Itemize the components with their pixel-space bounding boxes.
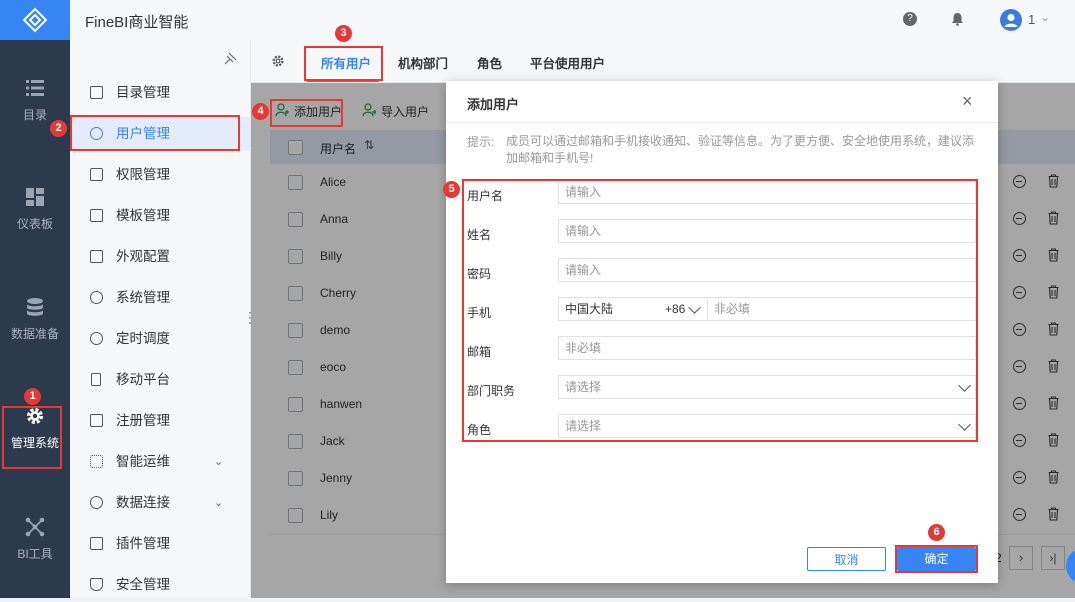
network-icon <box>25 517 45 537</box>
dialog-header <box>446 81 998 123</box>
avatar[interactable] <box>1000 9 1022 31</box>
sidebar-item-label: 插件管理 <box>116 536 170 551</box>
nav-item-data-prep[interactable]: 数据准备 <box>0 297 70 342</box>
pin-icon[interactable] <box>224 52 237 68</box>
catalog-icon <box>90 86 103 99</box>
sidebar-item-permissions[interactable]: 权限管理 <box>70 158 250 192</box>
step-badge-4: 4 <box>252 103 269 120</box>
settings-icon <box>90 291 103 304</box>
plugin-icon <box>90 537 103 550</box>
sidebar-item-registration[interactable]: 注册管理 <box>70 404 250 438</box>
sidebar-item-plugins[interactable]: 插件管理 <box>70 527 250 561</box>
dashboard-icon <box>26 188 44 206</box>
nav-label: BI工具 <box>17 547 53 561</box>
hint-text: 成员可以通过邮箱和手机接收通知、验证等信息。为了更方便、安全地使用系统，建议添加… <box>506 134 975 165</box>
nav-label: 数据准备 <box>10 327 59 341</box>
bell-icon[interactable] <box>951 12 964 29</box>
logo[interactable] <box>0 0 70 40</box>
sidebar-item-label: 智能运维 <box>116 454 170 469</box>
lock-icon <box>90 168 103 181</box>
sidebar-item-data-connection[interactable]: 数据连接 ⌄ <box>70 486 250 520</box>
mobile-icon <box>91 373 101 386</box>
sidebar-item-label: 注册管理 <box>116 413 170 428</box>
logo-icon <box>22 7 48 33</box>
highlight-box-management <box>2 406 62 469</box>
link-icon <box>90 496 103 509</box>
register-icon <box>90 414 103 427</box>
sidebar-item-system[interactable]: 系统管理 <box>70 281 250 315</box>
step-badge-3: 3 <box>335 25 352 42</box>
shield-icon <box>90 578 103 591</box>
top-bar: FineBI商业智能 ? 1 ⌄ <box>0 0 1075 41</box>
sidebar-item-mobile[interactable]: 移动平台 <box>70 363 250 397</box>
sidebar-item-label: 外观配置 <box>116 249 170 264</box>
sidebar-item-label: 权限管理 <box>116 167 170 182</box>
sidebar-item-label: 定时调度 <box>116 331 170 346</box>
sidebar-item-label: 模板管理 <box>116 208 170 223</box>
step-badge-1: 1 <box>24 388 41 405</box>
sidebar-item-label: 移动平台 <box>116 372 170 387</box>
timer-icon <box>90 332 103 345</box>
chevron-down-icon[interactable]: ⌄ <box>1040 10 1050 24</box>
highlight-box-confirm <box>895 545 978 573</box>
sidebar-item-ops[interactable]: 智能运维 ⌄ <box>70 445 250 479</box>
nav-label: 目录 <box>22 108 47 122</box>
step-badge-6: 6 <box>928 524 945 541</box>
step-badge-5: 5 <box>443 181 460 198</box>
sidebar-item-catalog[interactable]: 目录管理 <box>70 76 250 110</box>
nav-item-catalog[interactable]: 目录 <box>0 78 70 123</box>
highlight-box-form <box>462 179 978 442</box>
chevron-down-icon[interactable]: ⌄ <box>214 445 223 479</box>
sidebar-item-schedule[interactable]: 定时调度 <box>70 322 250 356</box>
list-icon <box>26 80 44 96</box>
sidebar-item-templates[interactable]: 模板管理 <box>70 199 250 233</box>
ops-icon <box>90 455 103 468</box>
hint-label: 提示: <box>467 135 495 149</box>
help-icon[interactable]: ? <box>903 12 917 26</box>
highlight-box-user-management <box>70 115 240 151</box>
template-icon <box>90 209 103 222</box>
cancel-button[interactable]: 取消 <box>807 547 886 571</box>
chevron-down-icon[interactable]: ⌄ <box>214 486 223 520</box>
sidebar-item-appearance[interactable]: 外观配置 <box>70 240 250 274</box>
user-count: 1 <box>1028 12 1036 27</box>
nav-item-dashboard[interactable]: 仪表板 <box>0 187 70 232</box>
sidebar-item-label: 目录管理 <box>116 85 170 100</box>
nav-item-bi-tools[interactable]: BI工具 <box>0 517 70 562</box>
sidebar-item-label: 安全管理 <box>116 577 170 592</box>
app-title: FineBI商业智能 <box>85 14 189 31</box>
dialog-title: 添加用户 <box>467 97 520 112</box>
database-icon <box>27 298 43 316</box>
highlight-box-all-users <box>304 46 383 81</box>
step-badge-2: 2 <box>50 120 67 137</box>
sidebar-item-security[interactable]: 安全管理 <box>70 568 250 602</box>
highlight-box-add-user <box>270 99 343 127</box>
brush-icon <box>90 250 103 263</box>
sidebar-item-label: 数据连接 <box>116 495 170 510</box>
nav-label: 仪表板 <box>16 217 53 231</box>
sidebar-item-label: 系统管理 <box>116 290 170 305</box>
close-icon[interactable]: × <box>962 91 973 112</box>
